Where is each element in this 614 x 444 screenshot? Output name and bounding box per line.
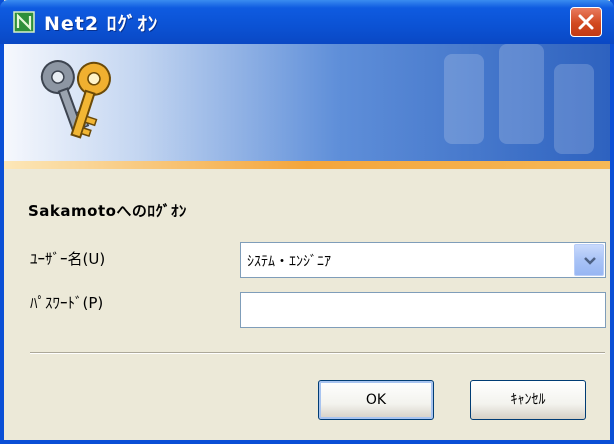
window-title: Net2 ﾛｸﾞｵﾝ bbox=[44, 13, 159, 35]
username-selected-value: ｼｽﾃﾑ・ｴﾝｼﾞﾆｱ bbox=[247, 254, 331, 270]
logon-dialog: Net2 ﾛｸﾞｵﾝ Sakamotoへのﾛｸﾞｵﾝ ﾕｰｻﾞｰ名(U) ｼｽﾃ… bbox=[0, 0, 614, 444]
username-select[interactable]: ｼｽﾃﾑ・ｴﾝｼﾞﾆｱ bbox=[240, 242, 606, 278]
title-bar[interactable]: Net2 ﾛｸﾞｵﾝ bbox=[0, 0, 614, 44]
close-icon bbox=[578, 14, 594, 30]
keys-icon bbox=[40, 60, 111, 139]
password-field[interactable] bbox=[240, 292, 606, 328]
ok-button[interactable]: OK bbox=[318, 380, 434, 420]
username-dropdown-button[interactable] bbox=[574, 244, 604, 276]
divider bbox=[30, 352, 605, 354]
banner-accent-stripe bbox=[4, 161, 610, 169]
chevron-down-icon bbox=[584, 257, 596, 265]
close-button[interactable] bbox=[570, 7, 602, 37]
header-banner bbox=[4, 44, 610, 161]
username-label: ﾕｰｻﾞｰ名(U) bbox=[30, 250, 106, 268]
password-label: ﾊﾟｽﾜｰﾄﾞ(P) bbox=[30, 294, 104, 312]
net2-icon bbox=[13, 11, 35, 33]
logon-heading: Sakamotoへのﾛｸﾞｵﾝ bbox=[28, 202, 187, 220]
keys-watermark bbox=[444, 44, 594, 154]
cancel-button[interactable]: ｷｬﾝｾﾙ bbox=[470, 380, 586, 420]
